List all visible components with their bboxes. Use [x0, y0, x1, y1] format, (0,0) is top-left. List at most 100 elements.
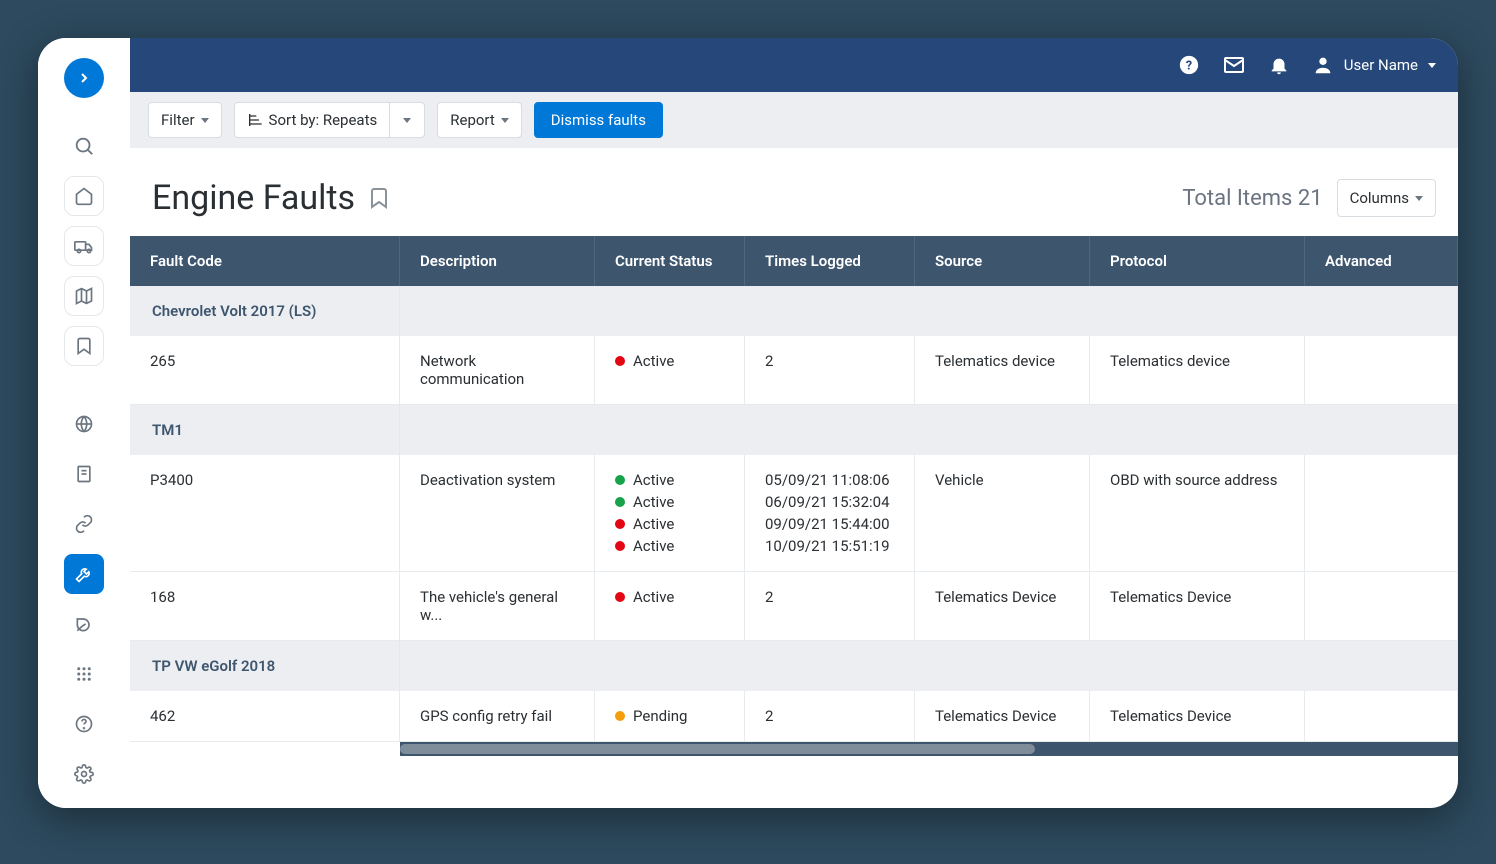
report-button[interactable]: Report: [437, 102, 522, 138]
globe-icon: [74, 414, 94, 434]
table-row[interactable]: 168The vehicle's general w...Active2Tele…: [130, 572, 1458, 641]
time-logged: 06/09/21 15:32:04: [765, 493, 894, 511]
cell-fault-code: 265: [130, 336, 400, 404]
cell-source: Telematics device: [915, 336, 1090, 404]
nav-map[interactable]: [64, 276, 104, 316]
table-header: Fault Code Description Current Status Ti…: [130, 236, 1458, 286]
time-logged: 05/09/21 11:08:06: [765, 471, 894, 489]
group-name: TM1: [130, 405, 400, 455]
toolbar: Filter Sort by: Repeats Report Dismiss f…: [130, 92, 1458, 148]
cell-source: Vehicle: [915, 455, 1090, 571]
cell-protocol: Telematics device: [1090, 336, 1305, 404]
cell-description: Deactivation system: [400, 455, 595, 571]
sort-dropdown-button[interactable]: [389, 102, 425, 138]
horizontal-scrollbar[interactable]: [400, 742, 1458, 756]
nav-vehicles[interactable]: [64, 226, 104, 266]
nav-help[interactable]: [64, 704, 104, 744]
truck-icon: [74, 236, 94, 256]
nav-globe[interactable]: [64, 404, 104, 444]
home-icon: [74, 186, 94, 206]
grid-icon: [75, 665, 93, 683]
status-text: Active: [633, 588, 674, 606]
cell-status: Pending: [595, 691, 745, 741]
cell-source: Telematics Device: [915, 691, 1090, 741]
nav-reports[interactable]: [64, 454, 104, 494]
bookmark-icon[interactable]: [367, 186, 391, 210]
table-row[interactable]: P3400Deactivation systemActiveActiveActi…: [130, 455, 1458, 572]
sort-label: Sort by: Repeats: [269, 111, 378, 129]
status-dot-icon: [615, 356, 625, 366]
wrench-icon: [74, 564, 94, 584]
svg-text:?: ?: [1186, 59, 1192, 74]
cell-advanced: [1305, 336, 1458, 404]
nav-rules[interactable]: [64, 504, 104, 544]
notifications-button[interactable]: [1268, 54, 1290, 76]
cell-times: 2: [745, 336, 915, 404]
main-panel: ? User Name Filter Sort by:: [130, 38, 1458, 808]
group-name: TP VW eGolf 2018: [130, 641, 400, 691]
group-row[interactable]: TP VW eGolf 2018: [130, 641, 1458, 691]
cell-protocol: OBD with source address: [1090, 455, 1305, 571]
filter-button[interactable]: Filter: [148, 102, 222, 138]
cell-fault-code: 462: [130, 691, 400, 741]
cell-protocol: Telematics Device: [1090, 572, 1305, 640]
nav-maintenance[interactable]: [64, 554, 104, 594]
cell-advanced: [1305, 572, 1458, 640]
cell-description: GPS config retry fail: [400, 691, 595, 741]
leaf-icon: [74, 614, 94, 634]
faults-table: Fault Code Description Current Status Ti…: [130, 236, 1458, 808]
nav-settings[interactable]: [64, 754, 104, 794]
cell-advanced: [1305, 691, 1458, 741]
sort-icon: [247, 112, 263, 128]
time-logged: 09/09/21 15:44:00: [765, 515, 894, 533]
scrollbar-thumb[interactable]: [400, 744, 1035, 754]
status-text: Active: [633, 471, 674, 489]
nav-bookmarks[interactable]: [64, 326, 104, 366]
status-text: Active: [633, 515, 674, 533]
table-body: Chevrolet Volt 2017 (LS)265Network commu…: [130, 286, 1458, 742]
cell-source: Telematics Device: [915, 572, 1090, 640]
user-menu[interactable]: User Name: [1312, 54, 1436, 76]
report-label: Report: [450, 111, 495, 129]
columns-button[interactable]: Columns: [1337, 179, 1436, 217]
chevron-down-icon: [403, 118, 411, 123]
chevron-right-icon: [76, 70, 92, 86]
status-text: Active: [633, 352, 674, 370]
topbar-help-button[interactable]: ?: [1178, 54, 1200, 76]
cell-description: The vehicle's general w...: [400, 572, 595, 640]
status-text: Pending: [633, 707, 687, 725]
nav-sustainability[interactable]: [64, 604, 104, 644]
sidebar: [38, 38, 130, 808]
chevron-down-icon: [1415, 196, 1423, 201]
cell-status: Active: [595, 572, 745, 640]
messages-button[interactable]: [1222, 53, 1246, 77]
chevron-down-icon: [1428, 63, 1436, 68]
group-row[interactable]: Chevrolet Volt 2017 (LS): [130, 286, 1458, 336]
map-icon: [74, 286, 94, 306]
col-times-logged[interactable]: Times Logged: [745, 236, 915, 286]
table-row[interactable]: 462GPS config retry fail Pending 2 Telemati…: [130, 691, 1458, 742]
dismiss-faults-button[interactable]: Dismiss faults: [534, 102, 663, 138]
app-frame: ? User Name Filter Sort by:: [38, 38, 1458, 808]
nav-home[interactable]: [64, 176, 104, 216]
nav-apps[interactable]: [64, 654, 104, 694]
bookmark-icon: [74, 336, 94, 356]
sort-button[interactable]: Sort by: Repeats: [234, 102, 390, 138]
user-icon: [1312, 54, 1334, 76]
status-dot-icon: [615, 475, 625, 485]
cell-protocol: Telematics Device: [1090, 691, 1305, 741]
status-line: Active: [615, 471, 724, 489]
col-advanced[interactable]: Advanced: [1305, 236, 1458, 286]
col-description[interactable]: Description: [400, 236, 595, 286]
col-protocol[interactable]: Protocol: [1090, 236, 1305, 286]
col-current-status[interactable]: Current Status: [595, 236, 745, 286]
cell-times: 2: [745, 572, 915, 640]
time-logged: 2: [765, 707, 894, 725]
table-row[interactable]: 265Network communicationActive2Telematic…: [130, 336, 1458, 405]
col-source[interactable]: Source: [915, 236, 1090, 286]
search-button[interactable]: [64, 126, 104, 166]
group-row[interactable]: TM1: [130, 405, 1458, 455]
col-fault-code[interactable]: Fault Code: [130, 236, 400, 286]
cell-description: Network communication: [400, 336, 595, 404]
sidebar-expand-button[interactable]: [64, 58, 104, 98]
